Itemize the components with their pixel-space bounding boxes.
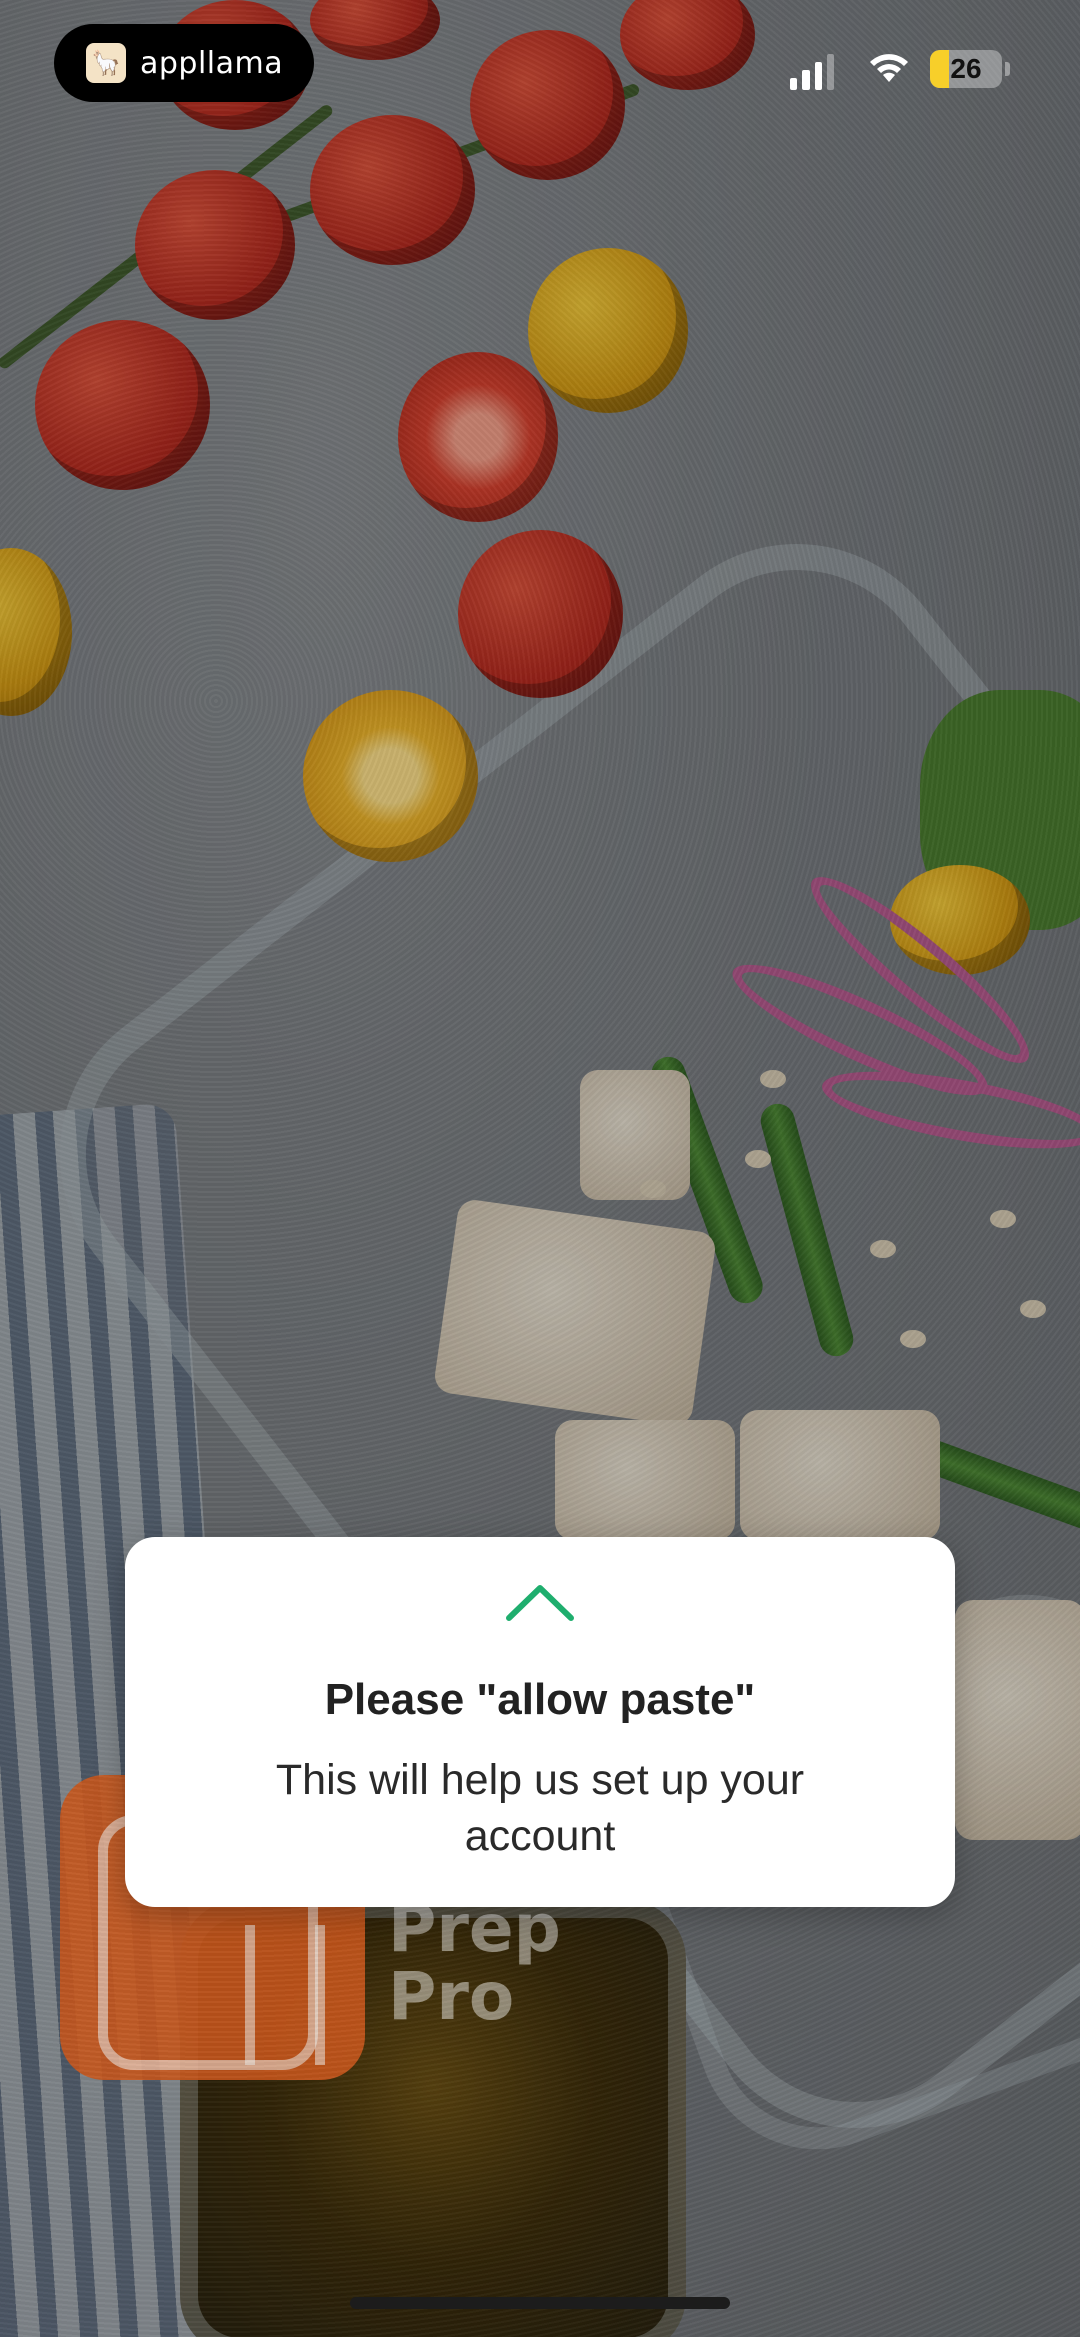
tomato-vine: [0, 102, 335, 371]
chicken-piece: [580, 1070, 690, 1200]
dim-overlay: [0, 0, 1080, 2337]
home-indicator[interactable]: [350, 2297, 730, 2309]
cherry-tomato: [620, 0, 755, 90]
chicken-piece: [432, 1197, 718, 1428]
cherry-tomato: [135, 170, 295, 320]
yellow-tomato: [0, 548, 72, 716]
sunflower-seed: [760, 1070, 786, 1088]
oil-jar: [180, 1900, 686, 2337]
lettuce: [920, 690, 1080, 930]
brand-label: appllama: [140, 45, 284, 81]
modal-title: Please "allow paste": [324, 1675, 756, 1724]
cherry-tomato: [310, 0, 440, 60]
sunflower-seed: [870, 1240, 896, 1258]
battery-icon: 26: [930, 50, 1002, 88]
battery-percent: 26: [950, 53, 982, 84]
tomato-vine: [147, 82, 641, 272]
fork-knife-icon: [245, 1925, 325, 2065]
sunflower-seed: [1020, 1300, 1046, 1318]
yellow-tomato: [890, 865, 1030, 975]
chicken-piece: [555, 1420, 735, 1540]
app-name: Prep Pro: [388, 1895, 561, 2031]
llama-logo-icon: 🦙: [86, 43, 126, 83]
sunflower-seed: [900, 1330, 926, 1348]
cherry-tomato: [458, 530, 623, 698]
wifi-icon: [870, 54, 908, 82]
battery-tip: [1005, 62, 1010, 76]
modal-body: This will help us set up your account: [275, 1756, 805, 1860]
green-bean: [869, 1419, 1080, 1541]
yellow-tomato: [528, 248, 688, 413]
cherry-tomato: [470, 30, 625, 180]
chevron-up-icon: [506, 1585, 574, 1621]
cherry-tomato: [310, 115, 475, 265]
red-onion: [816, 1056, 1080, 1164]
green-bean: [756, 1100, 858, 1360]
sunflower-seed: [990, 1210, 1016, 1228]
signal-icon: [790, 52, 834, 90]
meal-prep-container: [0, 479, 1080, 2193]
background-photo: Prep Pro: [0, 0, 1080, 2337]
halved-tomato: [398, 352, 558, 522]
halved-yellow-tomato: [303, 690, 478, 862]
appllama-badge: 🦙 appllama: [54, 24, 314, 102]
chicken-piece: [955, 1600, 1080, 1840]
chicken-piece: [740, 1410, 940, 1540]
cherry-tomato: [35, 320, 210, 490]
red-onion: [793, 857, 1047, 1083]
sunflower-seed: [640, 1180, 666, 1198]
sunflower-seed: [745, 1150, 771, 1168]
app-name-line2: Pro: [388, 1958, 515, 2035]
green-bean: [646, 1052, 768, 1308]
red-onion: [720, 943, 1000, 1117]
